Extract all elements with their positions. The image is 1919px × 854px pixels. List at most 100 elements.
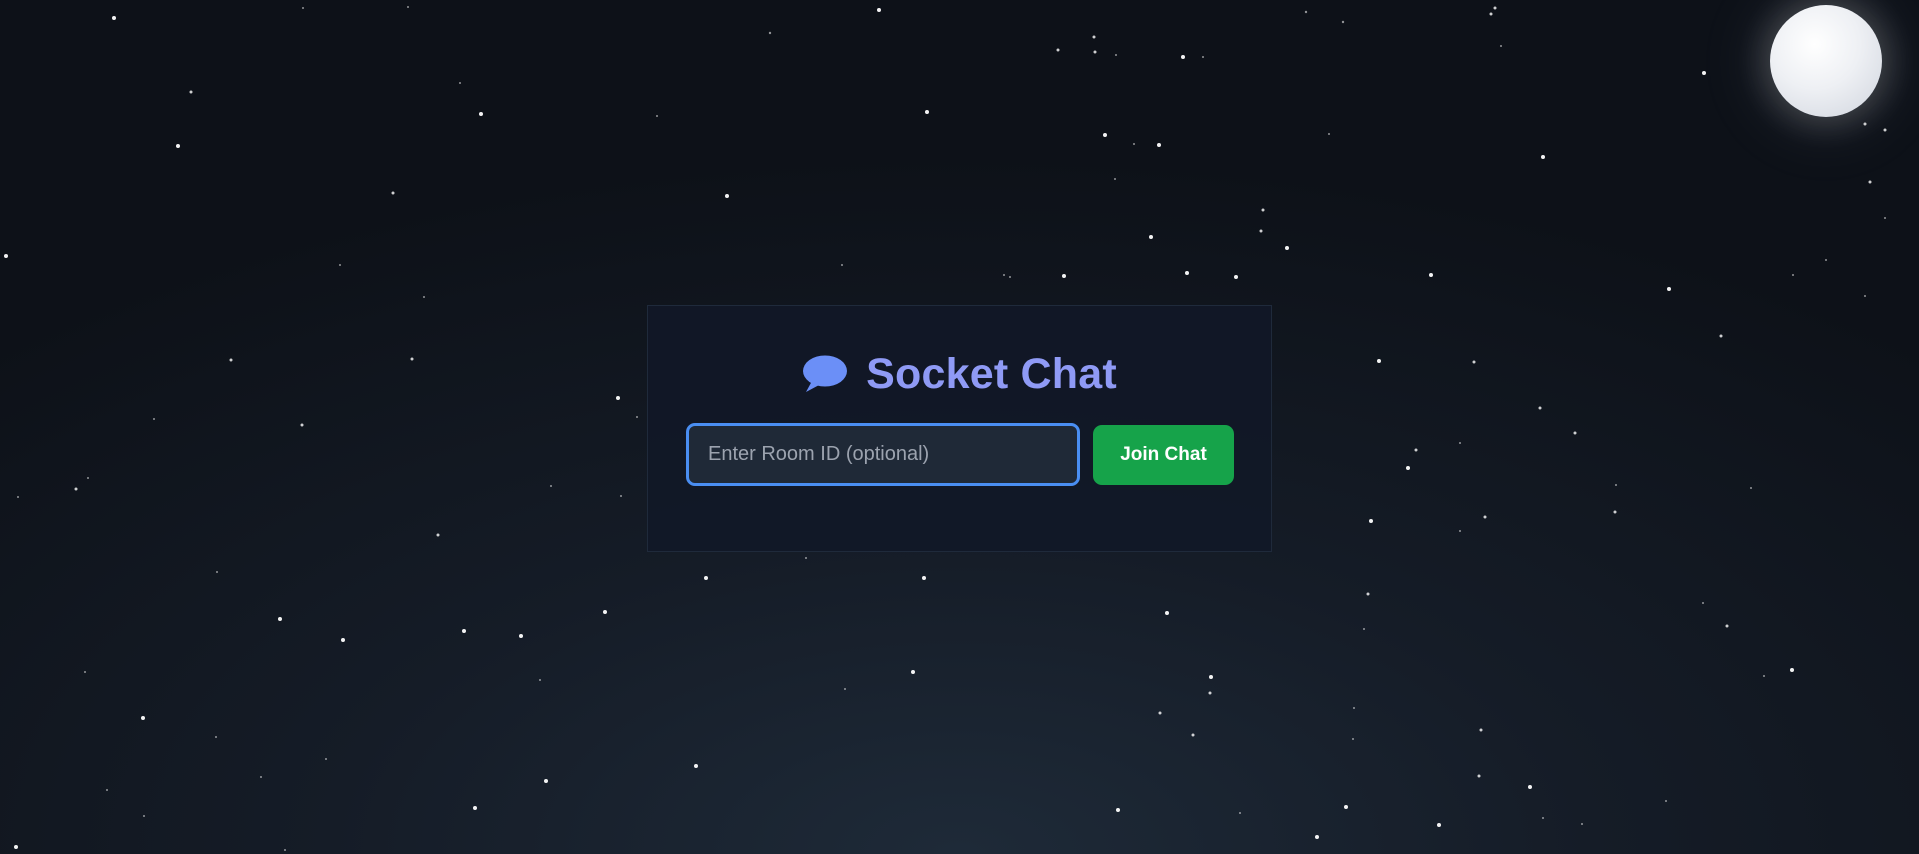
star — [1864, 295, 1866, 297]
star — [704, 576, 708, 580]
star — [544, 779, 548, 783]
star — [1489, 12, 1493, 16]
star — [1613, 510, 1617, 514]
star — [1406, 466, 1410, 470]
star — [636, 416, 638, 418]
star — [1353, 707, 1355, 709]
star — [1541, 155, 1545, 159]
star — [1103, 133, 1107, 137]
star — [479, 112, 483, 116]
star — [1868, 180, 1872, 184]
star — [1702, 71, 1706, 75]
star — [1366, 592, 1370, 596]
star — [216, 571, 218, 573]
star — [911, 670, 915, 674]
star — [1615, 484, 1617, 486]
star — [1261, 208, 1265, 212]
star — [1114, 178, 1116, 180]
star — [616, 396, 620, 400]
star — [229, 358, 233, 362]
star — [1459, 530, 1461, 532]
star — [1165, 611, 1169, 615]
star — [1116, 808, 1120, 812]
star — [300, 423, 304, 427]
star — [278, 617, 282, 621]
star — [1479, 728, 1483, 732]
star — [1056, 48, 1060, 52]
star — [1369, 519, 1373, 523]
star — [844, 688, 846, 690]
star — [1884, 217, 1886, 219]
join-chat-panel: Socket Chat Join Chat — [647, 305, 1272, 552]
star — [1062, 274, 1066, 278]
star — [284, 849, 286, 851]
star — [423, 296, 425, 298]
speech-bubble-icon — [802, 354, 848, 394]
star — [176, 144, 180, 148]
star — [1181, 55, 1185, 59]
star — [922, 576, 926, 580]
star — [1528, 785, 1532, 789]
star — [1328, 133, 1330, 135]
star — [1437, 823, 1441, 827]
star — [215, 736, 217, 738]
star — [1538, 406, 1542, 410]
star — [1003, 274, 1005, 276]
star — [17, 496, 19, 498]
star — [725, 194, 729, 198]
star — [694, 764, 698, 768]
star — [14, 845, 18, 849]
star — [1239, 812, 1241, 814]
star — [106, 789, 108, 791]
star — [1285, 246, 1289, 250]
star — [1573, 431, 1577, 435]
star — [1149, 235, 1153, 239]
star — [1414, 448, 1418, 452]
star — [391, 191, 395, 195]
star — [519, 634, 523, 638]
star — [539, 679, 541, 681]
star — [1477, 774, 1481, 778]
star — [410, 357, 414, 361]
star — [74, 487, 78, 491]
star — [1863, 122, 1867, 126]
star — [1092, 35, 1096, 39]
star — [1315, 835, 1319, 839]
star — [1792, 274, 1794, 276]
star — [87, 477, 89, 479]
star — [1009, 276, 1011, 278]
star — [1542, 817, 1544, 819]
star — [112, 16, 116, 20]
star — [841, 264, 843, 266]
star — [805, 557, 807, 559]
star — [407, 6, 409, 8]
star — [1115, 54, 1117, 56]
star — [1719, 334, 1723, 338]
star — [1133, 143, 1135, 145]
star — [1208, 691, 1212, 695]
star — [550, 485, 552, 487]
star — [1790, 668, 1794, 672]
star — [473, 806, 477, 810]
star — [1234, 275, 1238, 279]
star — [1725, 624, 1729, 628]
join-chat-button[interactable]: Join Chat — [1093, 425, 1234, 485]
star — [656, 115, 658, 117]
star — [1665, 800, 1667, 802]
star — [1157, 143, 1161, 147]
star — [1185, 271, 1189, 275]
star — [877, 8, 881, 12]
star — [1483, 515, 1487, 519]
star — [1825, 259, 1827, 261]
star — [1750, 487, 1752, 489]
star — [925, 110, 929, 114]
star — [339, 264, 341, 266]
star — [189, 90, 193, 94]
star — [620, 495, 622, 497]
moon-decoration — [1770, 5, 1882, 117]
star — [153, 418, 155, 420]
room-id-input[interactable] — [686, 423, 1080, 486]
star — [84, 671, 86, 673]
star — [1472, 360, 1476, 364]
star — [1702, 602, 1704, 604]
